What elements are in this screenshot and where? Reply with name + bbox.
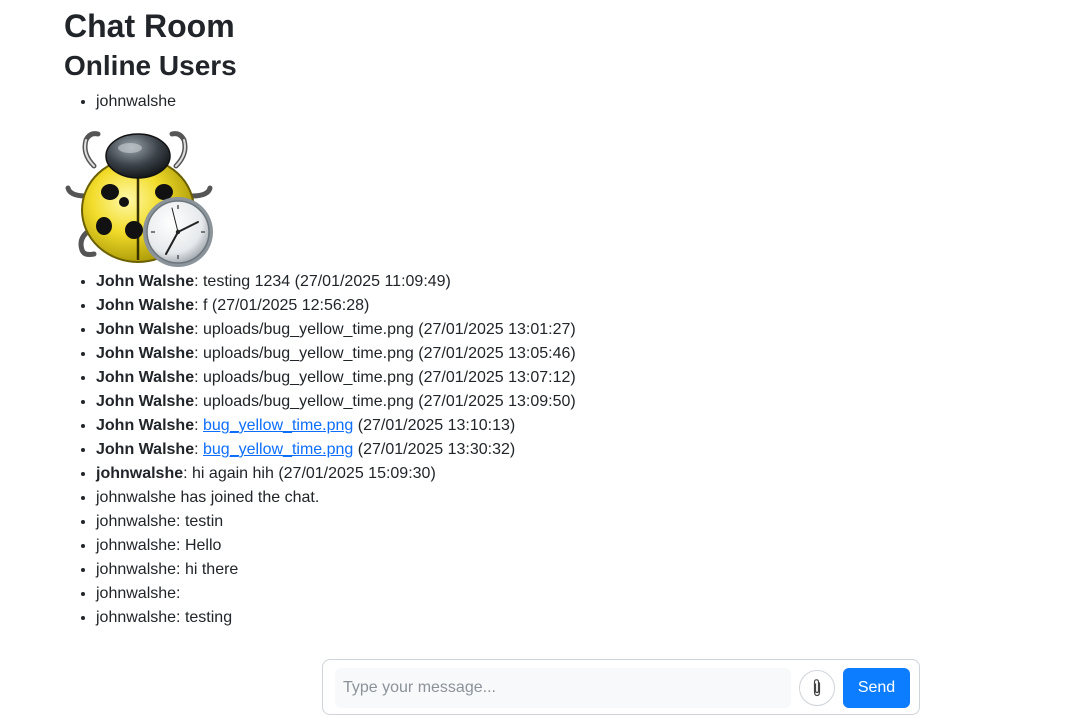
message-user: John Walshe [96,345,195,362]
chat-content: Chat Room Online Users johnwalshe [64,6,1064,630]
file-link[interactable]: bug_yellow_time.png [203,417,353,434]
message-text: uploads/bug_yellow_time.png [202,369,419,386]
message-user: John Walshe [96,297,195,314]
message-text: f [202,297,212,314]
message-time: (27/01/2025 13:05:46) [418,345,576,362]
message-text: uploads/bug_yellow_time.png [202,393,419,410]
paperclip-icon [813,679,821,697]
message-item: John Walshe: uploads/bug_yellow_time.png… [96,342,1064,366]
message-user: John Walshe [96,369,195,386]
message-text: johnwalshe: testin [96,513,224,530]
online-users-heading: Online Users [64,50,237,81]
chat-page: Chat Room Online Users johnwalshe [0,0,1088,728]
message-item: johnwalshe: testin [96,510,1064,534]
message-text: johnwalshe: hi there [96,561,239,578]
online-user-item: johnwalshe [96,90,1064,114]
message-item: John Walshe: bug_yellow_time.png (27/01/… [96,438,1064,462]
message-item: johnwalshe: Hello [96,534,1064,558]
message-sep: : [194,441,203,458]
message-list: John Walshe: testing 1234 (27/01/2025 11… [64,270,1064,630]
message-text: uploads/bug_yellow_time.png [202,321,419,338]
message-time: (27/01/2025 13:10:13) [353,417,516,434]
message-sep: : [194,297,203,314]
message-sep: : [194,417,203,434]
message-time: (27/01/2025 15:09:30) [278,465,436,482]
file-link[interactable]: bug_yellow_time.png [203,441,353,458]
message-user: John Walshe [96,393,195,410]
message-sep: : [183,465,193,482]
message-sep: : [194,273,203,290]
message-text: uploads/bug_yellow_time.png [202,345,419,362]
message-user: John Walshe [96,441,195,458]
message-sep: : [194,321,203,338]
message-item: John Walshe: bug_yellow_time.png (27/01/… [96,414,1064,438]
message-time: (27/01/2025 13:09:50) [418,393,576,410]
message-time: (27/01/2025 13:30:32) [353,441,516,458]
message-text: hi again hih [192,465,279,482]
message-item: John Walshe: testing 1234 (27/01/2025 11… [96,270,1064,294]
message-text: johnwalshe: testing [96,609,233,626]
message-text: johnwalshe has joined the chat. [96,489,320,506]
bug-image [65,131,213,267]
message-input[interactable] [335,668,791,708]
message-composer: Send [322,659,920,715]
message-text: johnwalshe: Hello [96,537,222,554]
message-item: johnwalshe has joined the chat. [96,486,1064,510]
bug-yellow-time-icon [64,126,214,270]
message-item: johnwalshe: hi again hih (27/01/2025 15:… [96,462,1064,486]
message-item: John Walshe: uploads/bug_yellow_time.png… [96,366,1064,390]
message-time: (27/01/2025 13:01:27) [418,321,576,338]
attach-file-button[interactable] [799,670,835,706]
message-item: johnwalshe: hi there [96,558,1064,582]
send-button[interactable]: Send [843,668,910,708]
message-sep: : [194,369,203,386]
message-item: johnwalshe: testing [96,606,1064,630]
message-user: johnwalshe [96,465,184,482]
message-time: (27/01/2025 13:07:12) [418,369,576,386]
message-item: John Walshe: uploads/bug_yellow_time.png… [96,390,1064,414]
message-text: johnwalshe: [96,585,181,602]
message-sep: : [194,393,203,410]
online-users-list: johnwalshe [64,90,1064,114]
message-item: John Walshe: uploads/bug_yellow_time.png… [96,318,1064,342]
message-user: John Walshe [96,321,195,338]
message-item: johnwalshe: [96,582,1064,606]
message-time: (27/01/2025 12:56:28) [211,297,370,314]
message-text: testing 1234 [202,273,295,290]
page-title: Chat Room [64,8,235,44]
message-user: John Walshe [96,417,195,434]
message-user: John Walshe [96,273,195,290]
message-sep: : [194,345,203,362]
message-item: John Walshe: f (27/01/2025 12:56:28) [96,294,1064,318]
message-time: (27/01/2025 11:09:49) [294,273,451,290]
